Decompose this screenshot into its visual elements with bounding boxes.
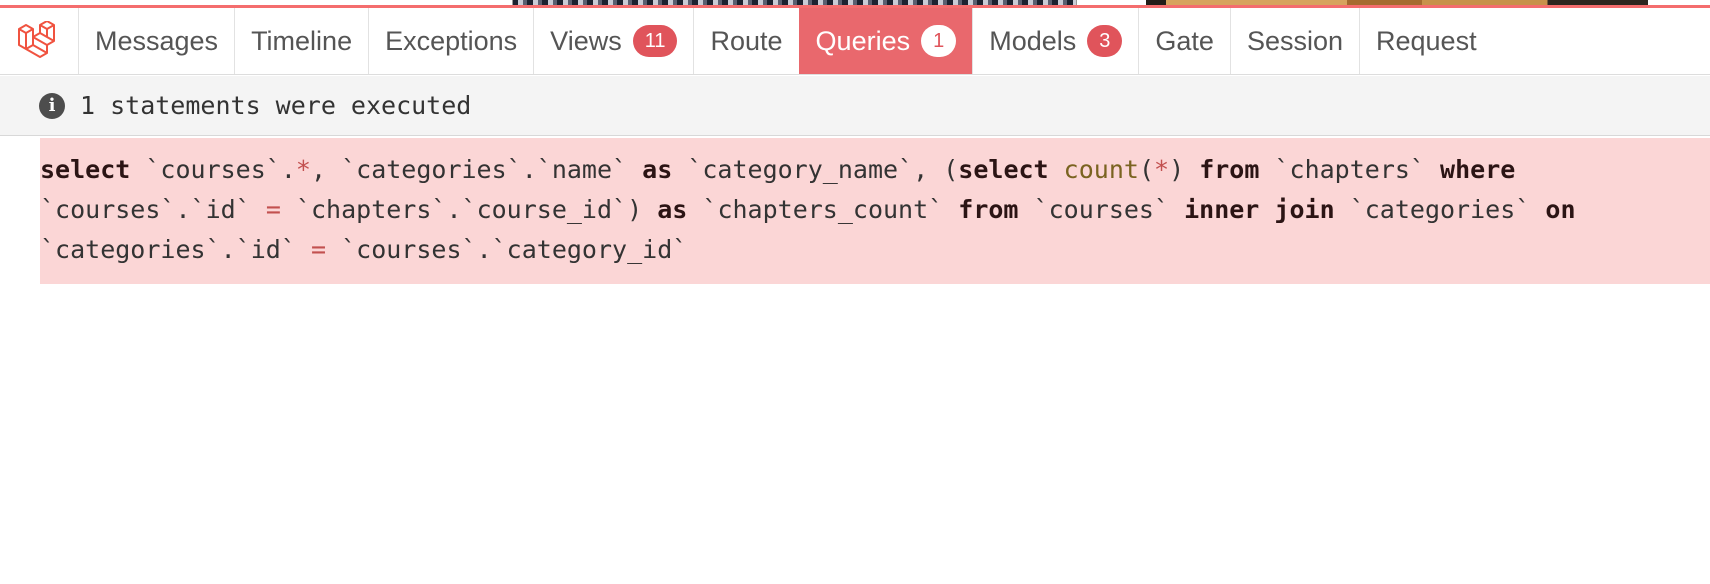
laravel-logo-icon xyxy=(18,21,55,58)
sql-line: `courses`.`id` = `chapters`.`course_id`)… xyxy=(40,195,1576,224)
tab-label: Gate xyxy=(1155,25,1214,56)
tab-timeline[interactable]: Timeline xyxy=(234,8,368,74)
count-badge: 11 xyxy=(632,25,678,57)
tab-label: Session xyxy=(1246,25,1343,56)
tab-label: Queries xyxy=(815,25,911,56)
tab-queries[interactable]: Queries 1 xyxy=(798,8,973,74)
tab-label: Request xyxy=(1376,25,1477,56)
tab-route[interactable]: Route xyxy=(693,8,798,74)
sql-line: `categories`.`id` = `courses`.`category_… xyxy=(40,235,688,264)
tab-views[interactable]: Views 11 xyxy=(533,8,693,74)
statements-count-text: 1 statements were executed xyxy=(80,91,472,120)
laravel-logo-icon[interactable] xyxy=(0,8,78,74)
tab-label: Messages xyxy=(95,25,219,56)
count-badge: 1 xyxy=(921,25,957,57)
tab-gate[interactable]: Gate xyxy=(1138,8,1230,74)
sql-line: select `courses`.*, `categories`.`name` … xyxy=(40,155,1516,184)
tab-label: Exceptions xyxy=(385,25,518,56)
tab-label: Route xyxy=(710,25,783,56)
tab-request[interactable]: Request xyxy=(1359,8,1493,74)
query-row[interactable]: select `courses`.*, `categories`.`name` … xyxy=(40,138,1710,284)
tab-exceptions[interactable]: Exceptions xyxy=(368,8,533,74)
count-badge: 3 xyxy=(1087,25,1123,57)
tab-session[interactable]: Session xyxy=(1229,8,1359,74)
query-sql: select `courses`.*, `categories`.`name` … xyxy=(40,150,1710,270)
tab-models[interactable]: Models 3 xyxy=(972,8,1138,74)
tab-label: Timeline xyxy=(251,25,353,56)
tab-messages[interactable]: Messages xyxy=(78,8,234,74)
page-top-strip xyxy=(0,0,1710,8)
info-icon: i xyxy=(39,92,65,119)
tab-label: Views xyxy=(550,25,622,56)
debugbar-toolbar: Messages Timeline Exceptions Views 11 Ro… xyxy=(0,8,1710,75)
tab-label: Models xyxy=(989,25,1077,56)
queries-status-bar: i 1 statements were executed xyxy=(0,76,1710,136)
